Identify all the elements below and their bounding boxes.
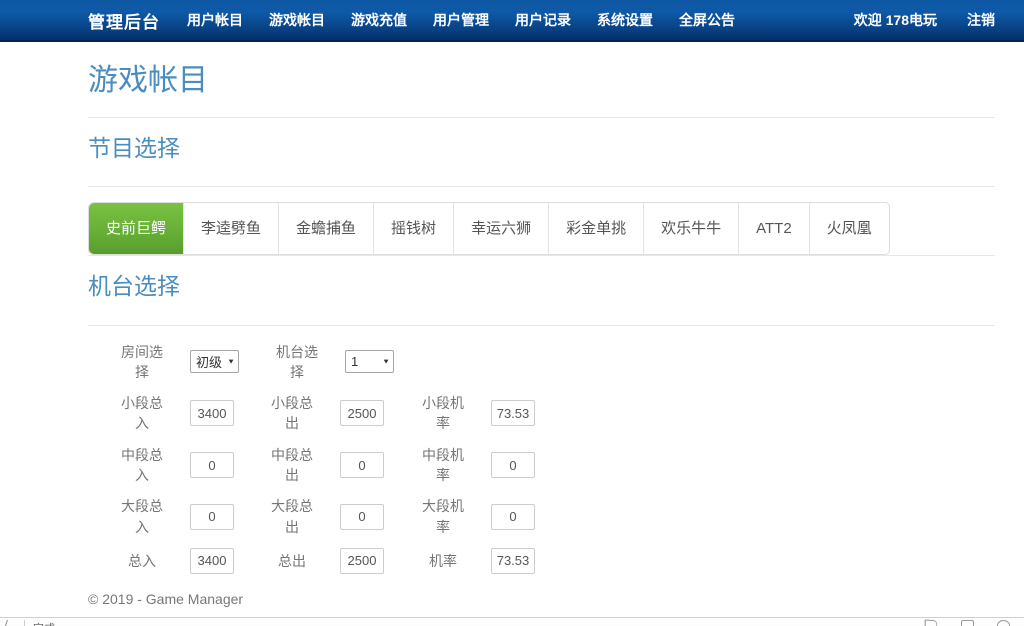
nav-item-user-management[interactable]: 用户管理: [420, 0, 502, 40]
browser-status-bar: 完成: [0, 617, 1024, 626]
large-segment-out-input[interactable]: [340, 504, 384, 530]
machine-select-dropdown[interactable]: 1 ▼: [345, 350, 394, 373]
field-total-in: 总入: [116, 548, 234, 574]
form-row-selects: 房间选择 初级 ▼ 机台选择 1 ▼: [116, 342, 995, 383]
field-middle-in: 中段总入: [116, 445, 234, 486]
status-right-icons: [925, 620, 1010, 626]
form-row-middle-segment: 中段总入 中段总出 中段机率: [116, 445, 995, 486]
nav-item-user-accounts[interactable]: 用户帐目: [174, 0, 256, 40]
field-small-rate: 小段机率: [417, 393, 535, 434]
field-middle-out: 中段总出: [266, 445, 384, 486]
section-title-program-select: 节目选择: [88, 136, 995, 161]
small-segment-out-input[interactable]: [340, 400, 384, 426]
room-select-dropdown[interactable]: 初级 ▼: [190, 350, 239, 373]
status-done-text: 完成: [33, 620, 55, 626]
field-label: 小段总入: [116, 393, 168, 434]
page-title: 游戏帐目: [88, 64, 995, 97]
brand-admin-backend[interactable]: 管理后台: [88, 8, 160, 33]
form-row-totals: 总入 总出 机率: [116, 548, 995, 574]
section-title-machine-select: 机台选择: [88, 274, 995, 299]
small-segment-in-input[interactable]: [190, 400, 234, 426]
divider: [24, 620, 25, 626]
field-middle-rate: 中段机率: [417, 445, 535, 486]
field-label: 总出: [266, 551, 318, 571]
tab-game-1[interactable]: 李逵劈鱼: [183, 203, 278, 254]
footer-copyright: © 2019 - Game Manager: [88, 591, 995, 607]
chevron-down-icon: ▼: [227, 358, 235, 366]
large-segment-in-input[interactable]: [190, 504, 234, 530]
form-row-large-segment: 大段总入 大段总出 大段机率: [116, 496, 995, 537]
divider: [88, 325, 995, 326]
total-in-input[interactable]: [190, 548, 234, 574]
field-label: 大段总出: [266, 496, 318, 537]
game-tabbar: 史前巨鳄 李逵劈鱼 金蟾捕鱼 摇钱树 幸运六狮 彩金单挑 欢乐牛牛 ATT2 火…: [88, 202, 890, 255]
room-select-value: 初级: [196, 352, 222, 371]
machine-select-label: 机台选择: [271, 342, 323, 383]
tab-game-3[interactable]: 摇钱树: [373, 203, 453, 254]
briefcase-icon[interactable]: [961, 620, 974, 626]
field-large-in: 大段总入: [116, 496, 234, 537]
cursor-icon: [3, 620, 16, 626]
tab-game-8[interactable]: 火凤凰: [809, 203, 889, 254]
machine-form: 房间选择 初级 ▼ 机台选择 1 ▼ 小段总入: [88, 342, 995, 574]
welcome-text: 欢迎 178电玩: [854, 10, 937, 30]
field-label: 机率: [417, 551, 469, 571]
field-small-in: 小段总入: [116, 393, 234, 434]
top-navbar: 管理后台 用户帐目 游戏帐目 游戏充值 用户管理 用户记录 系统设置 全屏公告 …: [0, 0, 1024, 42]
middle-segment-out-input[interactable]: [340, 452, 384, 478]
nav-item-game-recharge[interactable]: 游戏充值: [338, 0, 420, 40]
field-label: 总入: [116, 551, 168, 571]
total-out-input[interactable]: [340, 548, 384, 574]
speaker-icon[interactable]: [925, 619, 937, 626]
field-large-out: 大段总出: [266, 496, 384, 537]
status-left: 完成: [5, 620, 55, 626]
field-label: 中段机率: [417, 445, 469, 486]
machine-select-group: 机台选择 1 ▼: [271, 342, 394, 383]
field-label: 小段总出: [266, 393, 318, 434]
tab-game-6[interactable]: 欢乐牛牛: [643, 203, 738, 254]
middle-segment-in-input[interactable]: [190, 452, 234, 478]
form-row-small-segment: 小段总入 小段总出 小段机率: [116, 393, 995, 434]
field-label: 大段机率: [417, 496, 469, 537]
nav-item-system-settings[interactable]: 系统设置: [584, 0, 666, 40]
divider: [88, 255, 995, 256]
chevron-down-icon: ▼: [382, 358, 390, 366]
field-total-rate: 机率: [417, 548, 535, 574]
total-rate-input[interactable]: [491, 548, 535, 574]
tab-game-2[interactable]: 金蟾捕鱼: [278, 203, 373, 254]
machine-select-value: 1: [351, 354, 358, 369]
nav-item-fullscreen-announcement[interactable]: 全屏公告: [666, 0, 748, 40]
dial-icon[interactable]: [997, 620, 1010, 626]
field-total-out: 总出: [266, 548, 384, 574]
room-select-group: 房间选择 初级 ▼: [116, 342, 239, 383]
nav-item-game-accounts[interactable]: 游戏帐目: [256, 0, 338, 40]
room-select-label: 房间选择: [116, 342, 168, 383]
small-segment-rate-input[interactable]: [491, 400, 535, 426]
tab-game-7[interactable]: ATT2: [738, 203, 809, 254]
logout-link[interactable]: 注销: [967, 10, 995, 30]
tab-game-5[interactable]: 彩金单挑: [548, 203, 643, 254]
field-label: 小段机率: [417, 393, 469, 434]
middle-segment-rate-input[interactable]: [491, 452, 535, 478]
field-small-out: 小段总出: [266, 393, 384, 434]
page-container: 游戏帐目 节目选择 史前巨鳄 李逵劈鱼 金蟾捕鱼 摇钱树 幸运六狮 彩金单挑 欢…: [88, 64, 995, 607]
tab-game-0[interactable]: 史前巨鳄: [89, 203, 183, 254]
field-label: 中段总出: [266, 445, 318, 486]
nav-item-user-records[interactable]: 用户记录: [502, 0, 584, 40]
divider: [88, 117, 995, 118]
field-label: 大段总入: [116, 496, 168, 537]
navbar-inner: 管理后台 用户帐目 游戏帐目 游戏充值 用户管理 用户记录 系统设置 全屏公告 …: [88, 0, 995, 40]
navbar-right: 欢迎 178电玩 注销: [854, 10, 995, 30]
tab-game-4[interactable]: 幸运六狮: [453, 203, 548, 254]
field-label: 中段总入: [116, 445, 168, 486]
field-large-rate: 大段机率: [417, 496, 535, 537]
large-segment-rate-input[interactable]: [491, 504, 535, 530]
